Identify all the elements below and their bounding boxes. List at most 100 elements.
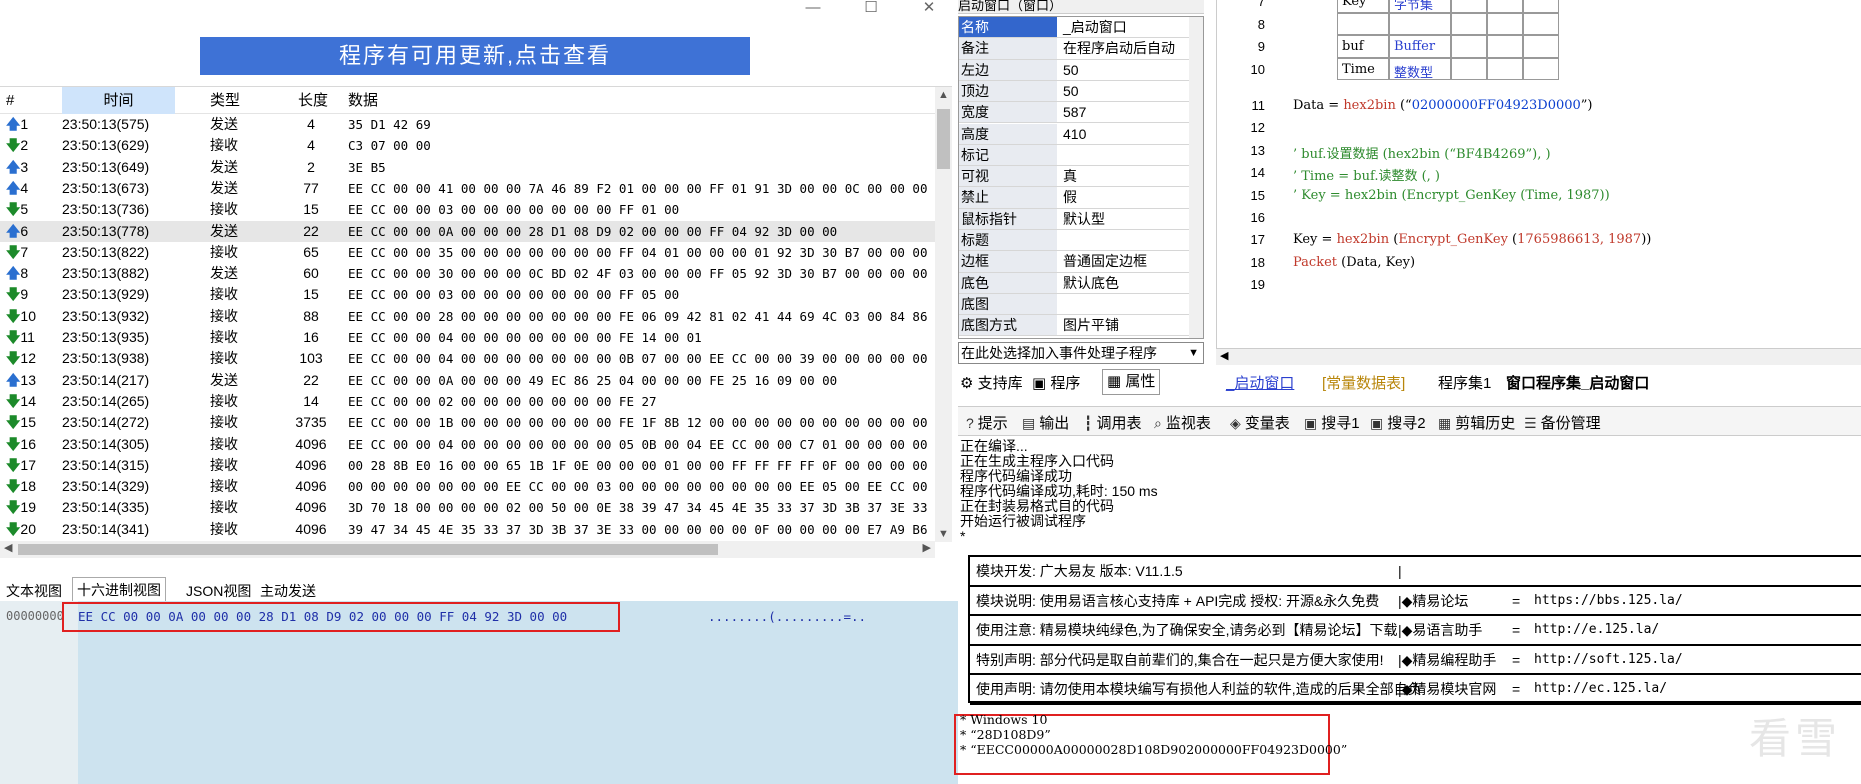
property-value[interactable]: 587 [1059,102,1189,122]
table-row[interactable]: 🡇17 23:50:14(315) 接收 4096 00 28 8B E0 16 00 … [0,455,935,476]
property-row[interactable]: 边框 普通固定边框 [959,251,1189,273]
property-value[interactable]: 假 [1059,187,1189,207]
maximize-button[interactable]: ☐ [842,0,900,18]
table-row[interactable]: 🡇2 23:50:13(629) 接收 4 C3 07 00 00 [0,135,935,156]
property-row[interactable]: 底图方式 图片平铺 [959,315,1189,337]
table-row[interactable]: 🡇14 23:50:14(265) 接收 14 EE CC 00 00 02 00 00… [0,391,935,412]
scroll-down-icon[interactable]: ▼ [938,528,949,540]
table-row[interactable]: 🡇7 23:50:13(822) 接收 65 EE CC 00 00 35 00 00 … [0,242,935,263]
table-row[interactable]: 🡅8 23:50:13(882) 发送 60 EE CC 00 00 30 00 00 … [0,263,935,284]
scroll-thumb[interactable] [937,109,950,169]
property-row[interactable]: 底图 [959,293,1189,316]
minimize-button[interactable]: — [784,0,842,18]
doc-tab-window-assembly[interactable]: 窗口程序集_启动窗口 [1506,372,1649,393]
scroll-left-icon[interactable]: ◀ [4,541,12,554]
properties-scrollbar[interactable] [1189,17,1203,338]
code-line[interactable]: ’ buf.设置数据 (hex2bin (“BF4B4269”), ) [1293,143,1551,162]
property-value[interactable]: 默认底色 [1059,273,1189,293]
var-table-row[interactable] [1337,12,1559,35]
code-line[interactable]: Data = hex2bin (“02000000FF04923D0000”) [1293,98,1593,113]
property-value[interactable] [1059,145,1189,165]
toolbar-button-1[interactable]: ? 提示 [966,412,1008,433]
toolbar-button-4[interactable]: ⌕ 监视表 [1154,412,1211,433]
editor-horizontal-scrollbar[interactable]: ◀ [1216,348,1861,365]
property-value[interactable] [1059,230,1189,250]
table-row[interactable]: 🡅4 23:50:13(673) 发送 77 EE CC 00 00 41 00 00 … [0,178,935,199]
table-row[interactable]: 🡇12 23:50:13(938) 接收 103 EE CC 00 00 04 00 0… [0,348,935,369]
tab-support-lib[interactable]: ⚙ 支持库 [960,372,1023,393]
col-type-header[interactable]: 类型 [210,87,270,114]
col-time-header[interactable]: 时间 [62,87,175,114]
tab-properties[interactable]: ▦ 属性 [1102,369,1161,395]
horizontal-scrollbar[interactable]: ◀ ▶ [0,541,935,558]
tab-program[interactable]: ▣ 程序 [1032,372,1080,393]
table-row[interactable]: 🡇5 23:50:13(736) 接收 15 EE CC 00 00 03 00 00 … [0,199,935,220]
scroll-left-icon[interactable]: ◀ [1220,349,1228,362]
doc-tab-startup-window[interactable]: _启动窗口 [1226,372,1294,393]
toolbar-button-9[interactable]: ☰ 备份管理 [1524,412,1601,433]
col-length-header[interactable]: 长度 [298,87,338,114]
scroll-up-icon[interactable]: ▲ [938,89,949,101]
toolbar-button-3[interactable]: ┇ 调用表 [1084,412,1141,433]
col-data-header[interactable]: 数据 [348,87,428,114]
table-row[interactable]: 🡅6 23:50:13(778) 发送 22 EE CC 00 00 0A 00 00 … [0,220,935,242]
table-row[interactable]: 🡇18 23:50:14(329) 接收 4096 00 00 00 00 00 00 … [0,476,935,497]
info-url[interactable]: https://bbs.125.la/ [1534,587,1683,615]
hscroll-thumb[interactable] [18,544,718,555]
toolbar-button-5[interactable]: ◈ 变量表 [1230,412,1290,433]
table-row[interactable]: 🡅3 23:50:13(649) 发送 2 3E B5 [0,157,935,178]
var-table-row[interactable]: Time 整数型 [1337,57,1559,81]
table-row[interactable]: 🡇10 23:50:13(932) 接收 88 EE CC 00 00 28 00 00… [0,306,935,327]
property-row[interactable]: 备注 在程序启动后自动 [959,38,1189,60]
property-value[interactable]: 默认型 [1059,209,1189,229]
code-line[interactable]: Key = hex2bin (Encrypt_GenKey (176598661… [1293,232,1651,247]
table-row[interactable]: 🡇19 23:50:14(335) 接收 4096 3D 70 18 00 00 00 … [0,497,935,518]
toolbar-button-6[interactable]: ▣ 搜寻1 [1304,412,1360,433]
property-row[interactable]: 高度 410 [959,123,1189,145]
tab-text-view[interactable]: 文本视图 [2,579,66,603]
properties-object-select[interactable]: 启动窗口（窗口） [958,0,1204,14]
property-row[interactable]: 可视真 [959,166,1189,188]
update-banner[interactable]: 程序有可用更新,点击查看 [200,37,750,75]
table-row[interactable]: 🡇15 23:50:14(272) 接收 3735 EE CC 00 00 1B 00 … [0,412,935,433]
property-value[interactable] [1059,294,1189,314]
property-row[interactable]: 宽度 587 [959,102,1189,124]
var-table-row[interactable]: Key 字节集 [1337,0,1559,13]
property-value[interactable]: 50 [1059,81,1189,101]
vertical-scrollbar[interactable]: ▲ ▼ [935,87,952,542]
toolbar-button-7[interactable]: ▣ 搜寻2 [1370,412,1426,433]
code-line[interactable]: ’ Key = hex2bin (Encrypt_GenKey (Time, 1… [1293,188,1610,203]
doc-tab-assembly1[interactable]: 程序集1 [1438,372,1491,393]
tab-active-send[interactable]: 主动发送 [256,579,320,603]
table-row[interactable]: 🡇20 23:50:14(341) 接收 4096 39 47 34 45 4E 35 … [0,519,935,540]
toolbar-button-8[interactable]: ▦ 剪辑历史 [1438,412,1515,433]
tab-json-view[interactable]: JSON视图 [182,579,255,603]
property-value[interactable]: 图片平铺 [1059,315,1189,335]
col-num-header[interactable]: # [6,87,46,114]
table-row[interactable]: 🡅1 23:50:13(575) 发送 4 35 D1 42 69 [0,114,935,135]
property-value[interactable]: 真 [1059,166,1189,186]
tab-hex-view[interactable]: 十六进制视图 [72,577,166,602]
table-row[interactable]: 🡇16 23:50:14(305) 接收 4096 EE CC 00 00 04 00 … [0,434,935,455]
property-row[interactable]: 标记 [959,144,1189,167]
property-row[interactable]: 禁止假 [959,187,1189,209]
property-value[interactable]: 410 [1059,124,1189,144]
property-row[interactable]: 鼠标指针 默认型 [959,208,1189,230]
info-url[interactable]: http://soft.125.la/ [1534,646,1683,674]
var-table-row[interactable]: buf Buffer [1337,35,1559,58]
scroll-right-icon[interactable]: ▶ [923,541,931,554]
doc-tab-const-table[interactable]: [常量数据表] [1322,372,1405,393]
code-editor[interactable]: 7 Key 字节集 8 9 buf Buffer 10 Time 整数型 11 Data = hex… [1216,0,1861,348]
info-url[interactable]: http://ec.125.la/ [1534,675,1667,703]
property-value[interactable]: 50 [1059,60,1189,80]
property-row[interactable]: 左边 50 [959,59,1189,81]
property-row[interactable]: 名称 _启动窗口 [959,17,1189,39]
property-value[interactable]: _启动窗口 [1059,17,1189,37]
toolbar-button-2[interactable]: ▤ 输出 [1022,412,1069,433]
code-line[interactable]: Packet (Data, Key) [1293,255,1415,270]
property-row[interactable]: 顶边 50 [959,80,1189,103]
property-value[interactable]: 普通固定边框 [1059,251,1189,271]
property-row[interactable]: 底色 默认底色 [959,272,1189,294]
table-row[interactable]: 🡇9 23:50:13(929) 接收 15 EE CC 00 00 03 00 00 … [0,284,935,305]
close-button[interactable]: ✕ [900,0,958,18]
